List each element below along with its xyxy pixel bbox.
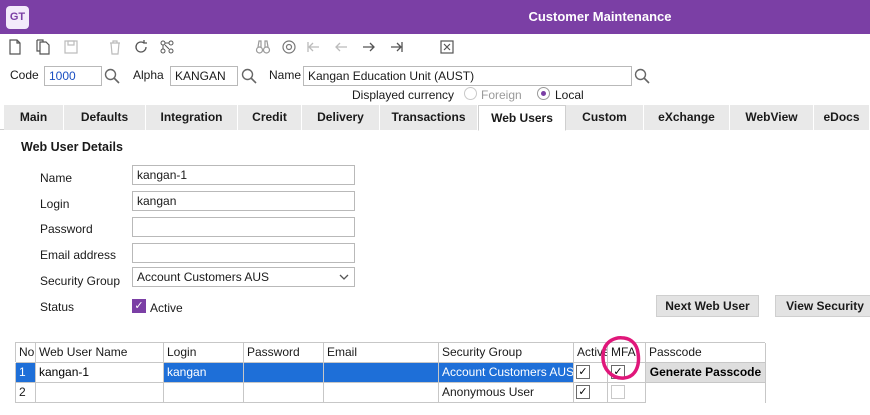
- web-user-details-title: Web User Details: [21, 140, 123, 154]
- security-group-value: Account Customers AUS: [137, 270, 270, 284]
- column-header-passcode[interactable]: Passcode: [646, 343, 766, 363]
- chevron-down-icon: [339, 274, 349, 280]
- row-security-group[interactable]: Anonymous User: [439, 383, 574, 403]
- column-header-email[interactable]: Email: [324, 343, 439, 363]
- currency-foreign-label: Foreign: [481, 88, 522, 102]
- web-user-password-label: Password: [40, 222, 93, 236]
- column-header-web-user-name[interactable]: Web User Name: [36, 343, 164, 363]
- hierarchy-icon[interactable]: [156, 36, 178, 58]
- security-group-select[interactable]: Account Customers AUS: [132, 267, 355, 287]
- tab-delivery[interactable]: Delivery: [302, 105, 380, 130]
- name-lookup-icon[interactable]: [633, 67, 651, 85]
- delete-icon[interactable]: [104, 36, 126, 58]
- security-group-label: Security Group: [40, 274, 121, 288]
- view-security-button[interactable]: View Security: [775, 295, 870, 317]
- save-icon[interactable]: [60, 36, 82, 58]
- currency-local-radio[interactable]: [537, 87, 550, 100]
- web-user-email-label: Email address: [40, 248, 117, 262]
- navigate-icon[interactable]: [278, 36, 300, 58]
- row-security-group[interactable]: Account Customers AUS: [439, 363, 574, 383]
- row-login[interactable]: kangan: [164, 363, 244, 383]
- tab-transactions[interactable]: Transactions: [380, 105, 478, 130]
- column-header-login[interactable]: Login: [164, 343, 244, 363]
- last-record-icon[interactable]: [386, 36, 408, 58]
- window-title: Customer Maintenance: [528, 9, 672, 24]
- displayed-currency-label: Displayed currency: [352, 88, 455, 102]
- binoculars-icon[interactable]: [252, 36, 274, 58]
- tab-webview[interactable]: WebView: [730, 105, 814, 130]
- tab-main[interactable]: Main: [4, 105, 64, 130]
- web-user-password-field[interactable]: [132, 217, 355, 237]
- column-header-security-group[interactable]: Security Group: [439, 343, 574, 363]
- tab-credit[interactable]: Credit: [238, 105, 302, 130]
- status-active-checkbox[interactable]: ✓: [132, 299, 146, 313]
- alpha-label: Alpha: [133, 68, 164, 82]
- currency-local-label: Local: [555, 88, 584, 102]
- row-login[interactable]: [164, 383, 244, 403]
- next-web-user-button[interactable]: Next Web User: [656, 295, 759, 317]
- code-lookup-icon[interactable]: [103, 67, 121, 85]
- tab-exchange[interactable]: eXchange: [644, 105, 730, 130]
- row-active-checkbox[interactable]: ✓: [576, 385, 590, 399]
- row-password[interactable]: [244, 383, 324, 403]
- web-user-name-field[interactable]: kangan-1: [132, 165, 355, 185]
- tab-bar: Main Defaults Integration Credit Deliver…: [0, 105, 870, 131]
- web-user-login-field[interactable]: kangan: [132, 191, 355, 211]
- code-label: Code: [10, 68, 39, 82]
- tab-custom[interactable]: Custom: [566, 105, 644, 130]
- web-user-name-label: Name: [40, 171, 73, 185]
- next-record-icon[interactable]: [358, 36, 380, 58]
- row-active-cell[interactable]: ✓: [574, 383, 608, 403]
- tab-defaults[interactable]: Defaults: [64, 105, 146, 130]
- title-bar: GT Customer Maintenance: [0, 0, 870, 34]
- first-record-icon[interactable]: [302, 36, 324, 58]
- row-web-user-name[interactable]: [36, 383, 164, 403]
- row-email[interactable]: [324, 383, 439, 403]
- refresh-icon[interactable]: [130, 36, 152, 58]
- row-passcode: [646, 383, 766, 403]
- row-web-user-name[interactable]: kangan-1: [36, 363, 164, 383]
- row-number: 1: [16, 363, 36, 383]
- new-document-icon[interactable]: [4, 36, 26, 58]
- web-user-login-label: Login: [40, 197, 70, 211]
- annotation-circle-icon: [601, 336, 641, 380]
- previous-record-icon[interactable]: [330, 36, 352, 58]
- table-row[interactable]: 2 Anonymous User ✓: [15, 383, 766, 403]
- tab-edocs[interactable]: eDocs: [814, 105, 870, 130]
- web-user-email-field[interactable]: [132, 243, 355, 263]
- toolbar: [0, 36, 870, 62]
- code-field[interactable]: 1000: [44, 66, 102, 86]
- table-row[interactable]: 1 kangan-1 kangan Account Customers AUS …: [15, 363, 766, 383]
- app-logo[interactable]: GT: [6, 6, 29, 29]
- close-form-icon[interactable]: [436, 36, 458, 58]
- tab-integration[interactable]: Integration: [146, 105, 238, 130]
- status-active-label: Active: [150, 301, 183, 315]
- grid-header-row: No. Web User Name Login Password Email S…: [15, 342, 766, 363]
- name-field[interactable]: Kangan Education Unit (AUST): [303, 66, 632, 86]
- column-header-no[interactable]: No.: [16, 343, 36, 363]
- currency-foreign-radio[interactable]: [464, 87, 477, 100]
- tab-web-users[interactable]: Web Users: [478, 105, 566, 131]
- row-number: 2: [16, 383, 36, 403]
- column-header-password[interactable]: Password: [244, 343, 324, 363]
- row-mfa-cell[interactable]: [608, 383, 646, 403]
- row-mfa-checkbox[interactable]: [611, 385, 625, 399]
- status-label: Status: [40, 300, 75, 314]
- name-label: Name: [269, 68, 302, 82]
- row-active-checkbox[interactable]: ✓: [576, 365, 590, 379]
- alpha-lookup-icon[interactable]: [240, 67, 258, 85]
- alpha-field[interactable]: KANGAN: [170, 66, 238, 86]
- row-email[interactable]: [324, 363, 439, 383]
- row-password[interactable]: [244, 363, 324, 383]
- copy-icon[interactable]: [32, 36, 54, 58]
- generate-passcode-button[interactable]: Generate Passcode: [646, 363, 766, 383]
